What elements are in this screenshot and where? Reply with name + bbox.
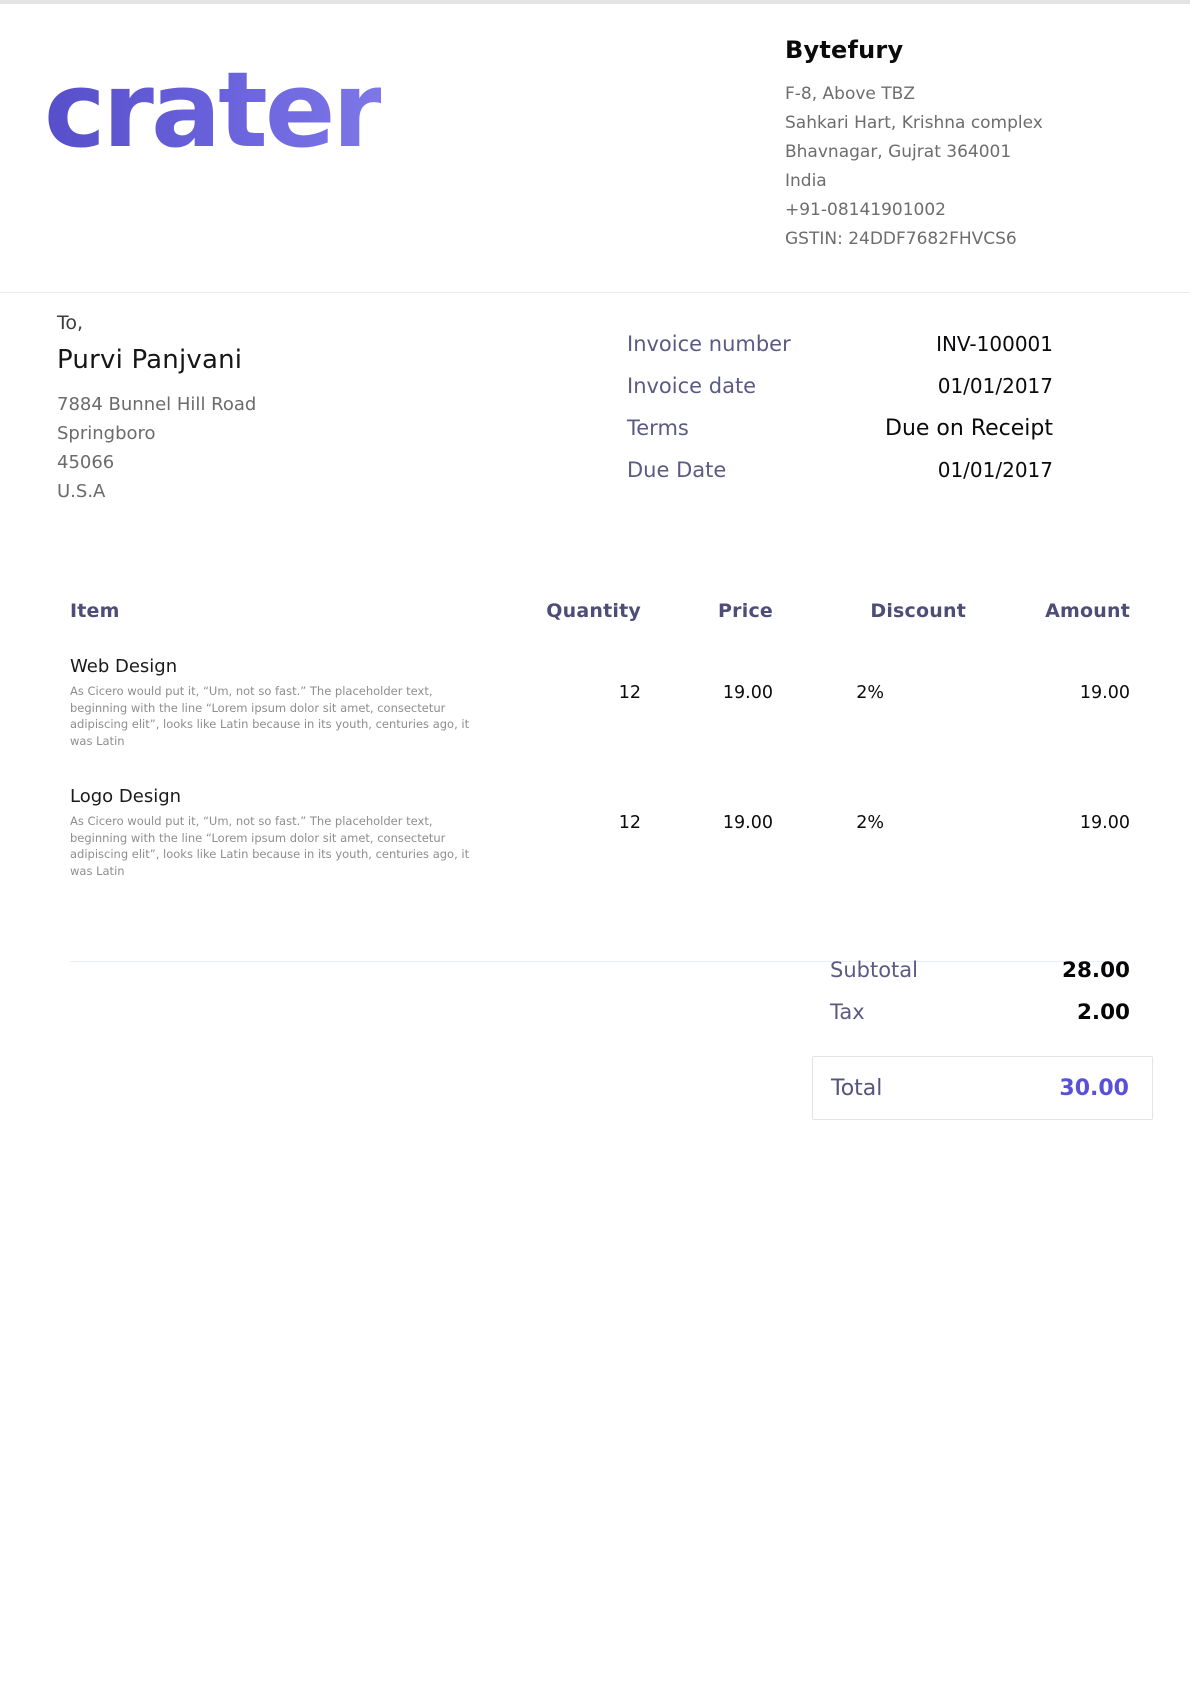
- totals-block: Subtotal 28.00 Tax 2.00 Total 30.00: [812, 958, 1153, 1120]
- total-box: Total 30.00: [812, 1056, 1153, 1120]
- item-cell: Web Design As Cicero would put it, “Um, …: [70, 656, 481, 749]
- invoice-meta-row: Terms Due on Receipt: [627, 416, 1053, 458]
- tax-value: 2.00: [1077, 1000, 1130, 1025]
- customer-name: Purvi Panjvani: [57, 345, 477, 375]
- bill-to-heading: To,: [57, 312, 477, 334]
- invoice-date-label: Invoice date: [627, 374, 756, 398]
- item-discount: 2%: [773, 656, 966, 749]
- items-table-header: Item Quantity Price Discount Amount: [70, 600, 1130, 622]
- company-address-line: India: [785, 167, 1085, 196]
- total-value: 30.00: [1059, 1076, 1129, 1101]
- customer-address-line: 7884 Bunnel Hill Road: [57, 390, 477, 419]
- subtotal-row: Subtotal 28.00: [812, 958, 1153, 1000]
- subtotal-value: 28.00: [1062, 958, 1130, 983]
- company-block: Bytefury F-8, Above TBZ Sahkari Hart, Kr…: [785, 36, 1085, 254]
- invoice-meta-row: Invoice number INV-100001: [627, 332, 1053, 374]
- company-gstin: GSTIN: 24DDF7682FHVCS6: [785, 225, 1085, 254]
- column-header-discount: Discount: [773, 600, 966, 622]
- company-address-line: F-8, Above TBZ: [785, 80, 1085, 109]
- item-description: As Cicero would put it, “Um, not so fast…: [70, 683, 481, 749]
- customer-address-line: Springboro: [57, 419, 477, 448]
- customer-address-line: U.S.A: [57, 477, 477, 506]
- invoice-meta-row: Invoice date 01/01/2017: [627, 374, 1053, 416]
- terms-value: Due on Receipt: [885, 416, 1053, 441]
- item-amount: 19.00: [966, 656, 1130, 749]
- terms-label: Terms: [627, 416, 689, 440]
- subtotal-label: Subtotal: [830, 958, 918, 982]
- column-header-item: Item: [70, 600, 481, 622]
- item-description: As Cicero would put it, “Um, not so fast…: [70, 813, 481, 879]
- total-label: Total: [831, 1076, 882, 1101]
- header-divider: [0, 292, 1190, 293]
- item-price: 19.00: [641, 656, 773, 749]
- due-date-value: 01/01/2017: [938, 458, 1053, 482]
- invoice-page: crater Bytefury F-8, Above TBZ Sahkari H…: [0, 0, 1190, 1684]
- tax-label: Tax: [830, 1000, 865, 1024]
- top-border: [0, 0, 1190, 4]
- item-price: 19.00: [641, 786, 773, 879]
- column-header-amount: Amount: [966, 600, 1130, 622]
- crater-logo: crater: [44, 58, 381, 162]
- invoice-number-value: INV-100001: [936, 332, 1053, 356]
- column-header-price: Price: [641, 600, 773, 622]
- invoice-date-value: 01/01/2017: [938, 374, 1053, 398]
- item-quantity: 12: [481, 656, 641, 749]
- item-quantity: 12: [481, 786, 641, 879]
- invoice-meta-row: Due Date 01/01/2017: [627, 458, 1053, 500]
- items-table: Item Quantity Price Discount Amount Web …: [70, 600, 1130, 962]
- bill-to-block: To, Purvi Panjvani 7884 Bunnel Hill Road…: [57, 312, 477, 506]
- company-address-line: Sahkari Hart, Krishna complex: [785, 109, 1085, 138]
- item-row: Logo Design As Cicero would put it, “Um,…: [70, 786, 1130, 879]
- invoice-meta: Invoice number INV-100001 Invoice date 0…: [627, 332, 1053, 500]
- invoice-number-label: Invoice number: [627, 332, 791, 356]
- item-row: Web Design As Cicero would put it, “Um, …: [70, 656, 1130, 749]
- column-header-quantity: Quantity: [481, 600, 641, 622]
- item-discount: 2%: [773, 786, 966, 879]
- item-amount: 19.00: [966, 786, 1130, 879]
- company-address-line: Bhavnagar, Gujrat 364001: [785, 138, 1085, 167]
- company-phone: +91-08141901002: [785, 196, 1085, 225]
- item-cell: Logo Design As Cicero would put it, “Um,…: [70, 786, 481, 879]
- item-name: Web Design: [70, 656, 481, 677]
- item-name: Logo Design: [70, 786, 481, 807]
- customer-address-line: 45066: [57, 448, 477, 477]
- due-date-label: Due Date: [627, 458, 726, 482]
- company-name: Bytefury: [785, 36, 1085, 64]
- tax-row: Tax 2.00: [812, 1000, 1153, 1042]
